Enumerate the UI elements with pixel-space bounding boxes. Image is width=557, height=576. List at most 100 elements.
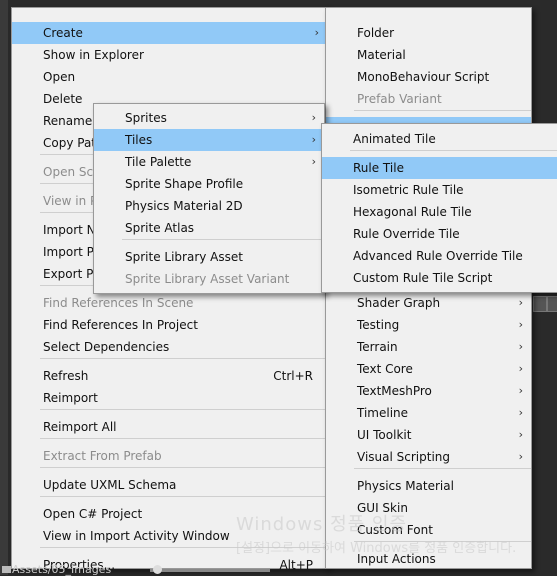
menu-item-shader-graph[interactable]: Shader Graph › [326,292,531,314]
menu-item-isometric-rule-tile[interactable]: Isometric Rule Tile [322,179,557,201]
menu-separator [40,438,327,439]
menu-item-physics-material-2d[interactable]: Physics Material 2D [94,195,324,217]
menu-item-label: Rule Tile [353,161,404,175]
menu-item-label: Physics Material [357,479,454,493]
chevron-right-icon: › [518,296,523,309]
menu-item-reimport[interactable]: Reimport [12,387,327,409]
activation-watermark-title: Windows 정품 인증 [236,514,408,535]
menu-item-timeline[interactable]: Timeline › [326,402,531,424]
menu-item-label: Sprites [125,111,167,125]
menu-item-physics-material[interactable]: Physics Material [326,475,531,497]
zoom-slider[interactable] [150,569,270,572]
menu-item-advanced-rule-override-tile[interactable]: Advanced Rule Override Tile [322,245,557,267]
menu-item-label: Timeline [357,406,409,420]
chevron-right-icon: › [518,406,523,419]
menu-item-prefab-variant: Prefab Variant [326,88,531,110]
menu-item-ui-toolkit[interactable]: UI Toolkit › [326,424,531,446]
menu-item-label: Open [43,70,76,84]
menu-item-update-uxml-schema[interactable]: Update UXML Schema [12,474,327,496]
menu-item-label: Sprite Library Asset [125,250,243,264]
menu-item-label: Isometric Rule Tile [353,183,464,197]
menu-item-label: Rule Override Tile [353,227,460,241]
assets-path: Assets/05_Images [12,563,112,576]
chevron-right-icon: › [311,155,316,168]
menu-item-tile-palette[interactable]: Tile Palette › [94,151,324,173]
menu-separator [40,358,327,359]
menu-item-label: Text Core [357,362,413,376]
menu-item-tiles[interactable]: Tiles › [94,129,324,151]
menu-item-open[interactable]: Open [12,66,327,88]
menu-item-label: TextMeshPro [357,384,432,398]
menu-item-textmeshpro[interactable]: TextMeshPro › [326,380,531,402]
activation-watermark-text: [설정]으로 이동하여 Windows를 정품 인증합니다. [236,541,517,556]
menu-item-sprite-atlas[interactable]: Sprite Atlas [94,217,324,239]
menu-item-custom-rule-tile-script[interactable]: Custom Rule Tile Script [322,267,557,289]
menu-separator [40,467,327,468]
menu-item-label: MonoBehaviour Script [357,70,490,84]
menu-item-show-in-explorer[interactable]: Show in Explorer [12,44,327,66]
chevron-right-icon: › [518,428,523,441]
menu-item-label: Tiles [125,133,153,147]
menu-item-label: Shader Graph [357,296,441,310]
chevron-right-icon: › [518,340,523,353]
menu-item-label: Folder [357,26,395,40]
folder-icon [2,566,11,573]
background-toolbar-button [547,296,557,312]
menu-item-label: Find References In Project [43,318,198,332]
chevron-right-icon: › [314,26,319,39]
menu-item-sprites[interactable]: Sprites › [94,107,324,129]
menu-item-label: Refresh [43,369,89,383]
menu-item-label: Delete [43,92,83,106]
menu-item-material[interactable]: Material [326,44,531,66]
menu-item-terrain[interactable]: Terrain › [326,336,531,358]
menu-item-visual-scripting[interactable]: Visual Scripting › [326,446,531,468]
background-panel-strip [0,0,8,575]
menu-item-label: Testing [357,318,400,332]
menu-item-label: Sprite Shape Profile [125,177,244,191]
menu-item-animated-tile[interactable]: Animated Tile [322,128,557,150]
menu-item-label: Create [43,26,83,40]
menu-separator [40,496,327,497]
menu-item-create[interactable]: Create › [12,22,327,44]
shortcut-label: Ctrl+R [273,369,313,383]
menu-item-refresh[interactable]: Refresh Ctrl+R [12,365,327,387]
menu-item-label: UI Toolkit [357,428,412,442]
menu-item-monobehaviour-script[interactable]: MonoBehaviour Script [326,66,531,88]
menu-item-label: Prefab Variant [357,92,442,106]
menu-item-hexagonal-rule-tile[interactable]: Hexagonal Rule Tile [322,201,557,223]
chevron-right-icon: › [311,111,316,124]
menu-item-label: Extract From Prefab [43,449,162,463]
tiles-submenu: Animated Tile Rule Tile Isometric Rule Til… [321,123,557,293]
menu-item-select-dependencies[interactable]: Select Dependencies [12,336,327,358]
menu-item-label: Animated Tile [353,132,436,146]
menu-item-rule-tile[interactable]: Rule Tile [322,157,557,179]
menu-item-label: Update UXML Schema [43,478,177,492]
chevron-right-icon: › [518,450,523,463]
menu-item-folder[interactable]: Folder [326,22,531,44]
menu-item-reimport-all[interactable]: Reimport All [12,416,327,438]
menu-item-label: Sprite Atlas [125,221,195,235]
menu-item-label: View in Import Activity Window [43,529,230,543]
menu-item-label: Reimport [43,391,98,405]
menu-item-label: Tile Palette [125,155,192,169]
chevron-right-icon: › [311,133,316,146]
menu-item-label: Sprite Library Asset Variant [125,272,290,286]
menu-item-sprite-library-asset[interactable]: Sprite Library Asset [94,246,324,268]
zoom-slider-handle[interactable] [153,565,162,574]
background-toolbar-button [533,296,547,312]
menu-item-find-references-in-project[interactable]: Find References In Project [12,314,327,336]
menu-item-label: Physics Material 2D [125,199,243,213]
menu-item-label: Custom Rule Tile Script [353,271,493,285]
menu-item-rule-override-tile[interactable]: Rule Override Tile [322,223,557,245]
menu-item-extract-from-prefab: Extract From Prefab [12,445,327,467]
menu-separator [350,150,557,151]
chevron-right-icon: › [518,318,523,331]
menu-item-testing[interactable]: Testing › [326,314,531,336]
menu-item-label: Find References In Scene [43,296,194,310]
chevron-right-icon: › [518,362,523,375]
menu-item-label: Show in Explorer [43,48,144,62]
menu-item-sprite-shape-profile[interactable]: Sprite Shape Profile [94,173,324,195]
menu-item-label: Terrain [357,340,398,354]
menu-item-sprite-library-asset-variant: Sprite Library Asset Variant [94,268,324,290]
menu-item-text-core[interactable]: Text Core › [326,358,531,380]
